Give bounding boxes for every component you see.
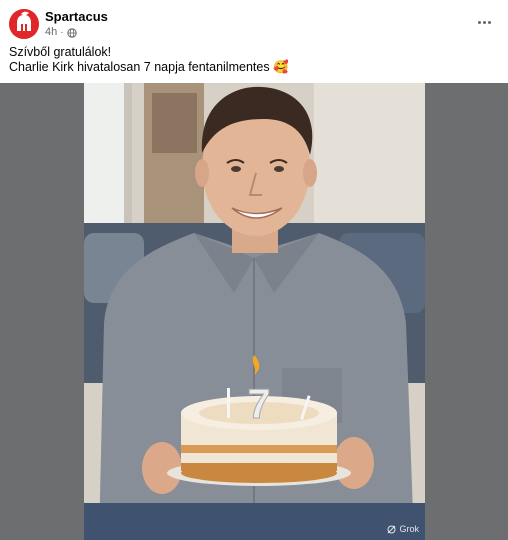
post-photo[interactable]: 7 Grok — [84, 83, 425, 540]
caption-line-1: Szívből gratulálok! — [9, 45, 112, 59]
post-media[interactable]: 7 Grok — [0, 83, 508, 540]
post-caption: Szívből gratulálok! Charlie Kirk hivatal… — [9, 45, 499, 75]
facebook-post: Spartacus 4h · Szívből gratulálok! Charl… — [0, 0, 508, 540]
post-header: Spartacus 4h · — [0, 0, 508, 44]
grok-watermark: Grok — [387, 524, 419, 534]
birthday-cake-photo: 7 — [84, 83, 425, 540]
post-time[interactable]: 4h — [45, 26, 57, 39]
spartan-helmet-icon — [9, 9, 39, 39]
cake-number-candle: 7 — [247, 380, 270, 427]
more-options-icon[interactable] — [472, 12, 496, 32]
grok-logo-icon — [387, 525, 396, 533]
caption-line-2: Charlie Kirk hivatalosan 7 napja fentani… — [9, 60, 289, 74]
meta-separator: · — [60, 27, 64, 38]
watermark-text: Grok — [399, 524, 419, 534]
globe-icon — [66, 27, 77, 38]
avatar[interactable] — [9, 9, 39, 39]
post-meta: 4h · — [45, 26, 77, 39]
author-name[interactable]: Spartacus — [45, 9, 108, 24]
